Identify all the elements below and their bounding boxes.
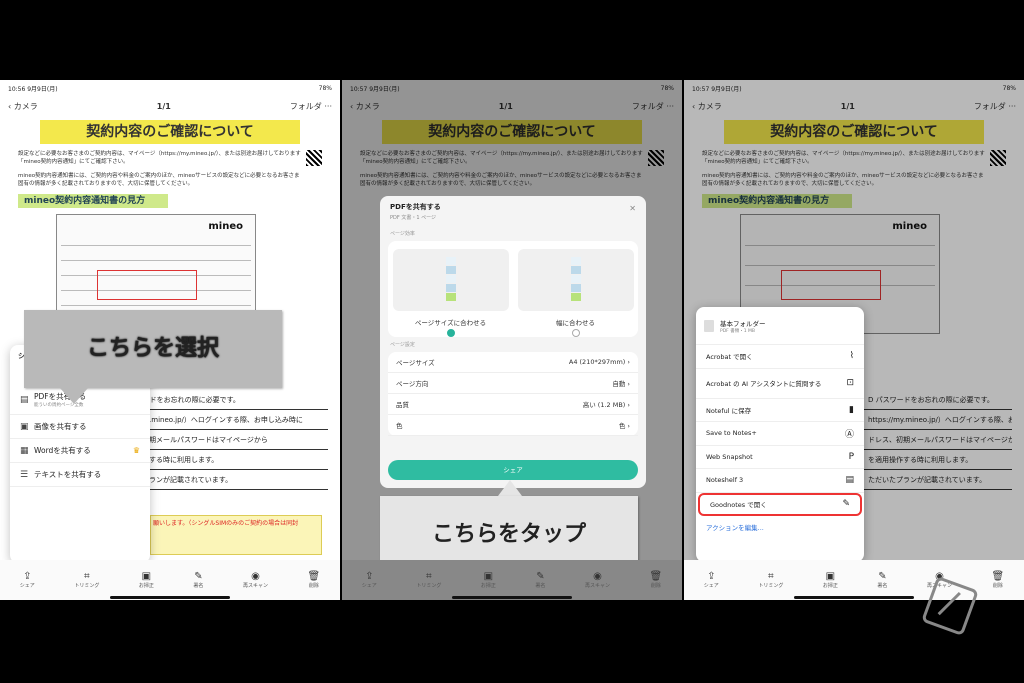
screen-2: 10:57 9月9日(月) 78% ‹ カメラ 1/1 フォルダ ··· 契約内… xyxy=(342,80,682,600)
action-noteshelf[interactable]: Noteshelf 3 ▤ xyxy=(696,469,864,493)
action-acrobat[interactable]: Acrobat で開く ⌇ xyxy=(696,345,864,369)
home-indicator xyxy=(452,596,572,599)
toolbar-share[interactable]: ⇪ シェア xyxy=(20,571,35,589)
close-icon[interactable]: ✕ xyxy=(629,204,636,213)
noteful-icon: ▮ xyxy=(849,404,854,415)
trash-icon: 🗑 xyxy=(307,571,321,582)
status-date: 9月9日(月) xyxy=(27,85,58,93)
bottom-toolbar: ⇪ シェア ⌗ トリミング ▣ お掃正 ✎ 署名 ◉ 再スキャン 🗑 削除 xyxy=(0,560,340,600)
unselected-radio-icon xyxy=(571,329,580,337)
mineo-logo: mineo xyxy=(208,221,243,232)
web-snapshot-icon: P xyxy=(848,451,854,462)
text-icon: ☰ xyxy=(20,469,29,480)
selected-check-icon xyxy=(446,329,455,337)
fit-options: ページサイズに合わせる 幅に合わせる xyxy=(388,241,638,337)
qr-code xyxy=(306,150,322,166)
fit-width-option[interactable]: 幅に合わせる xyxy=(517,249,634,337)
doc-title: 契約内容のご確認について xyxy=(40,120,300,144)
quality-row[interactable]: 品質 高い (1.2 MB) › xyxy=(388,394,638,415)
share-text-item[interactable]: ☰ テキストを共有する xyxy=(10,463,150,487)
page-size-row[interactable]: ページサイズ A4 (210*297mm) › xyxy=(388,352,638,373)
section-label-fit: ページ効率 xyxy=(390,231,415,237)
more-icon[interactable]: ··· xyxy=(324,102,332,111)
share-image-item[interactable]: ▣ 画像を共有する xyxy=(10,415,150,439)
screen-1: 10:56 9月9日(月) 78% ‹ カメラ 1/1 フォルダ ··· 契約内… xyxy=(0,80,340,600)
status-time: 10:56 xyxy=(8,85,26,93)
page-settings-list: ページサイズ A4 (210*297mm) › ページ方向 自動 › 品質 高い (1… xyxy=(388,352,638,436)
toolbar-rescan[interactable]: ◉ 再スキャン xyxy=(243,571,268,589)
file-icon xyxy=(704,319,714,332)
noteshelf-icon: ▤ xyxy=(845,475,854,486)
action-noteful[interactable]: Noteful に保存 ▮ xyxy=(696,399,864,422)
share-popover: 基本フォルダー PDF 書類・1 MB Acrobat で開く ⌇ Acrobat … xyxy=(696,307,864,562)
signature-icon: ✎ xyxy=(194,571,203,582)
folder-button[interactable]: フォルダ xyxy=(290,102,322,111)
fit-page-option[interactable]: ページサイズに合わせる xyxy=(392,249,509,337)
share-button[interactable]: シェア xyxy=(388,460,638,480)
bottom-toolbar: ⇪ シェア ⌗ トリミング ▣ お掃正 ✎ 署名 ◉ 再スキャン 🗑 削除 xyxy=(342,560,682,600)
share-word-item[interactable]: ▦ Wordを共有する ♛ xyxy=(10,439,150,463)
edit-actions-link[interactable]: アクションを編集... xyxy=(696,516,864,538)
image-icon: ▣ xyxy=(20,421,29,432)
callout-pointer xyxy=(498,480,522,496)
ai-assistant-icon: ⊡ xyxy=(846,378,854,388)
toolbar-filter[interactable]: ▣ お掃正 xyxy=(139,571,154,589)
action-goodnotes[interactable]: Goodnotes で開く ✎ xyxy=(698,492,862,516)
action-notes-plus[interactable]: Save to Notes+ Ⓐ xyxy=(696,422,864,446)
goodnotes-icon: ✎ xyxy=(842,499,850,510)
status-bar: 10:56 9月9日(月) 78% xyxy=(0,80,340,96)
nav-bar: ‹ カメラ 1/1 フォルダ ··· xyxy=(0,96,340,116)
callout-pointer xyxy=(60,388,88,404)
back-button[interactable]: ‹ カメラ xyxy=(8,101,38,112)
toolbar-crop[interactable]: ⌗ トリミング xyxy=(74,571,99,589)
doc-notice: 願いします。（シングルSIMのみのご契約の場合は同封 xyxy=(150,515,322,555)
toolbar-sign[interactable]: ✎ 署名 xyxy=(193,571,203,589)
word-icon: ▦ xyxy=(20,445,29,456)
page-orientation-row[interactable]: ページ方向 自動 › xyxy=(388,373,638,394)
camera-icon: ◉ xyxy=(251,571,260,582)
pdf-share-sheet: PDFを共有する PDF 文書・1 ページ ✕ ページ効率 ページサイズに合わせ… xyxy=(380,196,646,488)
share-file-header: 基本フォルダー PDF 書類・1 MB xyxy=(696,307,864,345)
sheet-header: PDFを共有する PDF 文書・1 ページ ✕ xyxy=(390,203,636,221)
toolbar-delete[interactable]: 🗑 削除 xyxy=(308,571,321,589)
callout-select: こちらを選択 xyxy=(24,310,282,388)
section-label-settings: ページ設定 xyxy=(390,342,415,348)
acrobat-icon: ⌇ xyxy=(849,351,854,362)
crop-icon: ⌗ xyxy=(84,571,90,582)
crown-icon: ♛ xyxy=(132,446,140,455)
screen-3: 10:57 9月9日(月) 78% ‹ カメラ 1/1 フォルダ ··· 契約内… xyxy=(684,80,1024,600)
color-row[interactable]: 色色 › xyxy=(388,415,638,436)
home-indicator xyxy=(110,596,230,599)
notes-plus-icon: Ⓐ xyxy=(844,429,854,440)
share-icon: ⇪ xyxy=(23,571,32,582)
page-counter: 1/1 xyxy=(156,101,171,111)
action-web-snapshot[interactable]: Web Snapshot P xyxy=(696,446,864,469)
doc-paragraph-1: 設定などに必要なお客さまのご契約内容は、マイページ（https://my.min… xyxy=(18,151,301,165)
doc-paragraph-2: mineo契約内容通知書には、ご契約内容や料金のご案内のほか、mineoサービス… xyxy=(18,173,300,187)
filter-icon: ▣ xyxy=(141,571,152,582)
home-indicator xyxy=(794,596,914,599)
doc-subtitle: mineo契約内容通知書の見方 xyxy=(18,194,168,208)
action-acrobat-ai[interactable]: Acrobat の AI アシスタントに質問する ⊡ xyxy=(696,369,864,399)
pdf-icon: ▤ xyxy=(20,394,29,405)
battery-level: 78% xyxy=(318,84,332,92)
